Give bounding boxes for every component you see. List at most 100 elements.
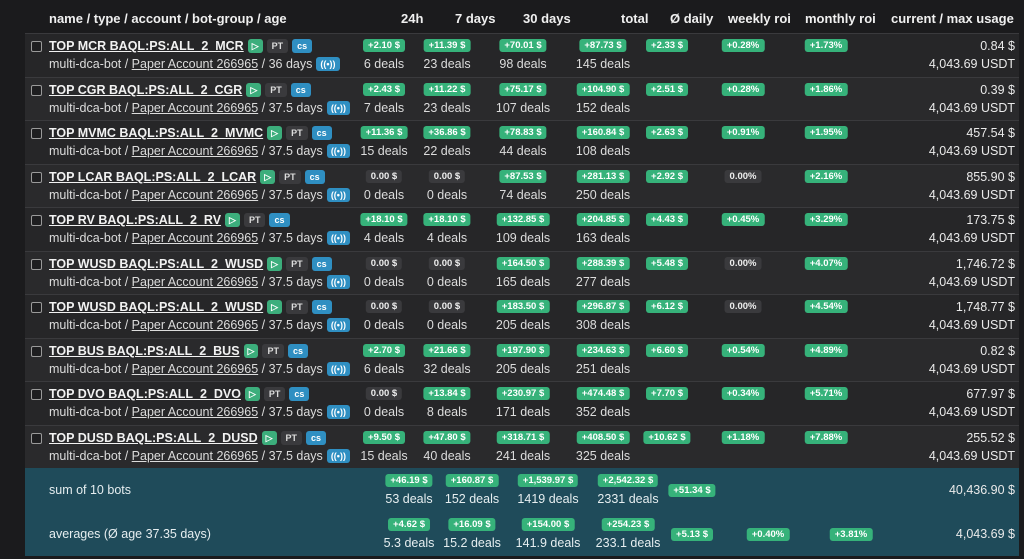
col-name-header[interactable]: name / type / account / bot-group / age [49, 11, 287, 26]
bot-name-link[interactable]: TOP WUSD BAQL:PS:ALL_2_WUSD ▷ PT cs [49, 300, 332, 314]
pt-badge: PT [286, 256, 308, 271]
play-icon[interactable]: ▷ [243, 343, 259, 358]
bot-type: multi-dca-bot [49, 231, 122, 245]
table-row[interactable]: TOP MCR BAQL:PS:ALL_2_MCR ▷ PT cs multi-dca-… [25, 33, 1019, 77]
cs-badge[interactable]: cs [289, 387, 310, 401]
signal-icon[interactable]: ((•)) [326, 144, 350, 158]
col-7d-header[interactable]: 7 days [455, 11, 495, 26]
bot-name[interactable]: TOP BUS BAQL:PS:ALL_2_BUS [49, 344, 240, 358]
account-link[interactable]: Paper Account 266965 [132, 362, 259, 376]
account-link[interactable]: Paper Account 266965 [132, 101, 259, 115]
signal-icon[interactable]: ((•)) [326, 405, 350, 419]
avg-7d-pill: +16.09 $ [448, 518, 496, 531]
account-link[interactable]: Paper Account 266965 [132, 57, 259, 71]
table-row[interactable]: TOP DVO BAQL:PS:ALL_2_DVO ▷ PT cs multi-dca-… [25, 381, 1019, 425]
bot-name[interactable]: TOP CGR BAQL:PS:ALL_2_CGR [49, 83, 242, 97]
col-total-header[interactable]: total [621, 11, 648, 26]
play-icon[interactable]: ▷ [247, 39, 263, 53]
bot-name-link[interactable]: TOP DUSD BAQL:PS:ALL_2_DUSD ▷ PT cs [49, 430, 327, 445]
bot-name[interactable]: TOP WUSD BAQL:PS:ALL_2_WUSD [49, 300, 263, 314]
h24-deals: 6 deals [363, 361, 405, 376]
bot-name-link[interactable]: TOP DVO BAQL:PS:ALL_2_DVO ▷ PT cs [49, 387, 310, 401]
bot-name[interactable]: TOP DUSD BAQL:PS:ALL_2_DUSD [49, 431, 258, 445]
col-24h-header[interactable]: 24h [401, 11, 423, 26]
row-checkbox[interactable] [31, 345, 42, 357]
play-icon[interactable]: ▷ [267, 300, 283, 314]
h24-deals: 4 deals [363, 231, 405, 245]
total-profit-pill: +87.73 $ [579, 39, 627, 52]
d7-profit-pill: 0.00 $ [428, 300, 466, 313]
account-link[interactable]: Paper Account 266965 [132, 231, 259, 245]
account-link[interactable]: Paper Account 266965 [132, 405, 259, 419]
bot-name-link[interactable]: TOP CGR BAQL:PS:ALL_2_CGR ▷ PT cs [49, 82, 311, 97]
monthly-roi-pill: +5.71% [804, 387, 848, 400]
weekly-roi-pill: 0.00% [724, 300, 762, 313]
cs-badge[interactable]: cs [306, 430, 327, 445]
row-checkbox[interactable] [31, 302, 42, 313]
bot-name[interactable]: TOP RV BAQL:PS:ALL_2_RV [49, 213, 221, 227]
cs-badge[interactable]: cs [287, 343, 308, 358]
table-row[interactable]: TOP WUSD BAQL:PS:ALL_2_WUSD ▷ PT cs multi-dc… [25, 294, 1019, 338]
signal-icon[interactable]: ((•)) [326, 274, 350, 289]
play-icon[interactable]: ▷ [261, 430, 277, 445]
col-monthly-header[interactable]: monthly roi [805, 11, 876, 26]
bot-name-link[interactable]: TOP LCAR BAQL:PS:ALL_2_LCAR ▷ PT cs [49, 169, 325, 184]
account-link[interactable]: Paper Account 266965 [132, 449, 259, 463]
row-checkbox[interactable] [31, 128, 42, 139]
bot-name[interactable]: TOP MVMC BAQL:PS:ALL_2_MVMC [49, 126, 263, 140]
cs-badge[interactable]: cs [292, 39, 313, 53]
signal-icon[interactable]: ((•)) [326, 100, 350, 115]
play-icon[interactable]: ▷ [260, 169, 276, 184]
cs-badge[interactable]: cs [290, 82, 311, 97]
bot-name-link[interactable]: TOP RV BAQL:PS:ALL_2_RV ▷ PT cs [49, 213, 290, 227]
bot-name[interactable]: TOP DVO BAQL:PS:ALL_2_DVO [49, 387, 241, 401]
table-row[interactable]: TOP LCAR BAQL:PS:ALL_2_LCAR ▷ PT cs multi-dc… [25, 163, 1019, 207]
col-weekly-header[interactable]: weekly roi [728, 11, 791, 26]
cs-badge[interactable]: cs [311, 126, 332, 140]
bot-name-link[interactable]: TOP WUSD BAQL:PS:ALL_2_WUSD ▷ PT cs [49, 256, 332, 271]
bot-name-link[interactable]: TOP MCR BAQL:PS:ALL_2_MCR ▷ PT cs [49, 39, 313, 53]
bot-age: 37.5 days [268, 100, 323, 115]
play-icon[interactable]: ▷ [225, 213, 240, 227]
cs-badge[interactable]: cs [311, 300, 332, 314]
play-icon[interactable]: ▷ [244, 387, 260, 401]
row-checkbox[interactable] [31, 432, 42, 444]
table-row[interactable]: TOP RV BAQL:PS:ALL_2_RV ▷ PT cs multi-dca-bo… [25, 207, 1019, 251]
row-checkbox[interactable] [31, 84, 42, 96]
account-link[interactable]: Paper Account 266965 [132, 188, 259, 202]
table-row[interactable]: TOP MVMC BAQL:PS:ALL_2_MVMC ▷ PT cs multi-dc… [25, 120, 1019, 164]
col-usage-header[interactable]: current / max usage [891, 11, 1014, 26]
table-row[interactable]: TOP CGR BAQL:PS:ALL_2_CGR ▷ PT cs multi-dca-… [25, 76, 1019, 120]
signal-icon[interactable]: ((•)) [326, 187, 350, 202]
table-row[interactable]: TOP BUS BAQL:PS:ALL_2_BUS ▷ PT cs multi-dca-… [25, 337, 1019, 381]
bot-name[interactable]: TOP MCR BAQL:PS:ALL_2_MCR [49, 39, 244, 53]
bot-name[interactable]: TOP LCAR BAQL:PS:ALL_2_LCAR [49, 170, 256, 184]
play-icon[interactable]: ▷ [246, 82, 262, 97]
table-row[interactable]: TOP DUSD BAQL:PS:ALL_2_DUSD ▷ PT cs multi-dc… [25, 424, 1019, 468]
row-checkbox[interactable] [31, 258, 42, 270]
signal-icon[interactable]: ((•)) [326, 361, 350, 376]
signal-icon[interactable]: ((•)) [326, 448, 350, 463]
signal-icon[interactable]: ((•)) [326, 231, 350, 245]
play-icon[interactable]: ▷ [267, 126, 283, 140]
daily-profit-pill: +2.33 $ [646, 39, 688, 52]
signal-icon[interactable]: ((•)) [316, 57, 340, 71]
signal-icon[interactable]: ((•)) [326, 318, 350, 332]
account-link[interactable]: Paper Account 266965 [132, 275, 259, 289]
row-checkbox[interactable] [31, 41, 42, 52]
bot-name-link[interactable]: TOP MVMC BAQL:PS:ALL_2_MVMC ▷ PT cs [49, 126, 332, 140]
account-link[interactable]: Paper Account 266965 [132, 144, 259, 158]
cs-badge[interactable]: cs [304, 169, 325, 184]
col-30d-header[interactable]: 30 days [523, 11, 571, 26]
col-daily-header[interactable]: Ø daily [670, 11, 713, 26]
play-icon[interactable]: ▷ [267, 256, 283, 271]
account-link[interactable]: Paper Account 266965 [132, 318, 259, 332]
row-checkbox[interactable] [31, 171, 42, 183]
table-row[interactable]: TOP WUSD BAQL:PS:ALL_2_WUSD ▷ PT cs multi-dc… [25, 250, 1019, 294]
row-checkbox[interactable] [31, 389, 42, 400]
bot-name-link[interactable]: TOP BUS BAQL:PS:ALL_2_BUS ▷ PT cs [49, 343, 308, 358]
cs-badge[interactable]: cs [311, 256, 332, 271]
row-checkbox[interactable] [31, 215, 42, 226]
cs-badge[interactable]: cs [269, 213, 290, 227]
bot-name[interactable]: TOP WUSD BAQL:PS:ALL_2_WUSD [49, 257, 263, 271]
